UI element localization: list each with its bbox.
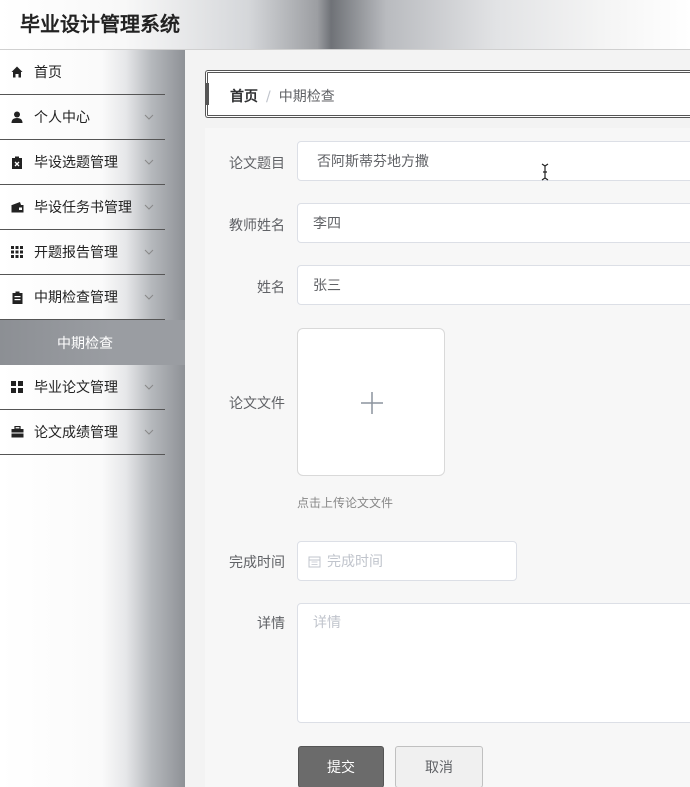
sidebar-item-label: 中期检查管理: [34, 290, 118, 306]
breadcrumb-current: 中期检查: [278, 89, 335, 105]
details-label: 详情: [257, 616, 285, 632]
sidebar: 首页 个人中心 毕设选题管理 毕设任务书管理 开题报告管理 中期检查管理 中期检…: [0, 50, 185, 787]
calendar-icon: [308, 556, 321, 567]
details-placeholder: 详情: [313, 615, 341, 631]
student-name-value: 张三: [313, 278, 341, 294]
thesis-title-input[interactable]: 否阿斯蒂芬地方撒: [297, 141, 690, 181]
teacher-name-value: 李四: [313, 216, 341, 232]
completion-time-input[interactable]: 完成时间: [297, 541, 517, 581]
teacher-name-label: 教师姓名: [229, 218, 285, 234]
app-title: 毕业设计管理系统: [20, 12, 180, 36]
sidebar-item-thesis-management[interactable]: 毕业论文管理: [0, 365, 165, 410]
chevron-down-icon: [144, 159, 154, 165]
chevron-down-icon: [144, 114, 154, 120]
main-content: 首页 / 中期检查 论文题目 否阿斯蒂芬地方撒 教师姓名 李四 姓名 张三 论文文件…: [185, 50, 690, 787]
chevron-down-icon: [144, 249, 154, 255]
sidebar-item-midterm-check-management[interactable]: 中期检查管理: [0, 275, 165, 320]
chevron-down-icon: [144, 429, 154, 435]
chevron-down-icon: [144, 384, 154, 390]
sidebar-item-label: 开题报告管理: [34, 245, 118, 261]
sidebar-item-home[interactable]: 首页: [0, 50, 165, 95]
sidebar-subitem-midterm-check[interactable]: 中期检查: [0, 320, 185, 365]
grid-icon: [10, 245, 24, 259]
sidebar-item-label: 论文成绩管理: [34, 425, 118, 441]
chevron-down-icon: [144, 294, 154, 300]
plus-icon: [361, 392, 383, 414]
sidebar-item-label: 个人中心: [34, 110, 90, 126]
sidebar-item-topic-management[interactable]: 毕设选题管理: [0, 140, 165, 185]
cancel-button[interactable]: 取消: [395, 746, 483, 787]
midterm-check-form: 论文题目 否阿斯蒂芬地方撒 教师姓名 李四 姓名 张三 论文文件 点击上传论文文…: [205, 128, 690, 787]
completion-time-placeholder: 完成时间: [327, 554, 383, 570]
submit-button[interactable]: 提交: [298, 746, 384, 787]
upload-tip: 点击上传论文文件: [297, 496, 394, 510]
breadcrumb-separator: /: [266, 89, 271, 105]
student-name-label: 姓名: [257, 280, 285, 296]
sidebar-item-personal-center[interactable]: 个人中心: [0, 95, 165, 140]
thesis-file-label: 论文文件: [229, 396, 285, 412]
app-header: 毕业设计管理系统: [0, 0, 690, 50]
briefcase-icon: [10, 425, 24, 439]
teacher-name-input[interactable]: 李四: [297, 203, 690, 243]
sidebar-subitem-label: 中期检查: [57, 335, 113, 352]
sidebar-item-label: 首页: [34, 65, 62, 81]
wallet-icon: [10, 200, 24, 214]
apps-icon: [10, 380, 24, 394]
sidebar-item-proposal-management[interactable]: 开题报告管理: [0, 230, 165, 275]
sidebar-item-grade-management[interactable]: 论文成绩管理: [0, 410, 165, 455]
sidebar-item-label: 毕业论文管理: [34, 380, 118, 396]
sidebar-item-label: 毕设选题管理: [34, 155, 118, 171]
breadcrumb-container: 首页 / 中期检查: [205, 70, 690, 118]
completion-time-label: 完成时间: [229, 555, 285, 571]
details-textarea[interactable]: 详情: [297, 603, 690, 723]
breadcrumb: 首页 / 中期检查: [230, 86, 335, 106]
thesis-title-value: 否阿斯蒂芬地方撒: [317, 154, 429, 170]
clipboard-x-icon: [10, 155, 24, 169]
thesis-title-label: 论文题目: [229, 156, 285, 172]
breadcrumb-home[interactable]: 首页: [230, 89, 258, 105]
user-icon: [10, 110, 24, 124]
chevron-down-icon: [144, 204, 154, 210]
clipboard-icon: [10, 290, 24, 304]
home-icon: [10, 65, 24, 79]
text-cursor-icon: [541, 163, 549, 181]
student-name-input[interactable]: 张三: [297, 265, 690, 305]
sidebar-item-task-book-management[interactable]: 毕设任务书管理: [0, 185, 165, 230]
sidebar-item-label: 毕设任务书管理: [34, 200, 132, 216]
thesis-file-upload[interactable]: [297, 328, 445, 476]
